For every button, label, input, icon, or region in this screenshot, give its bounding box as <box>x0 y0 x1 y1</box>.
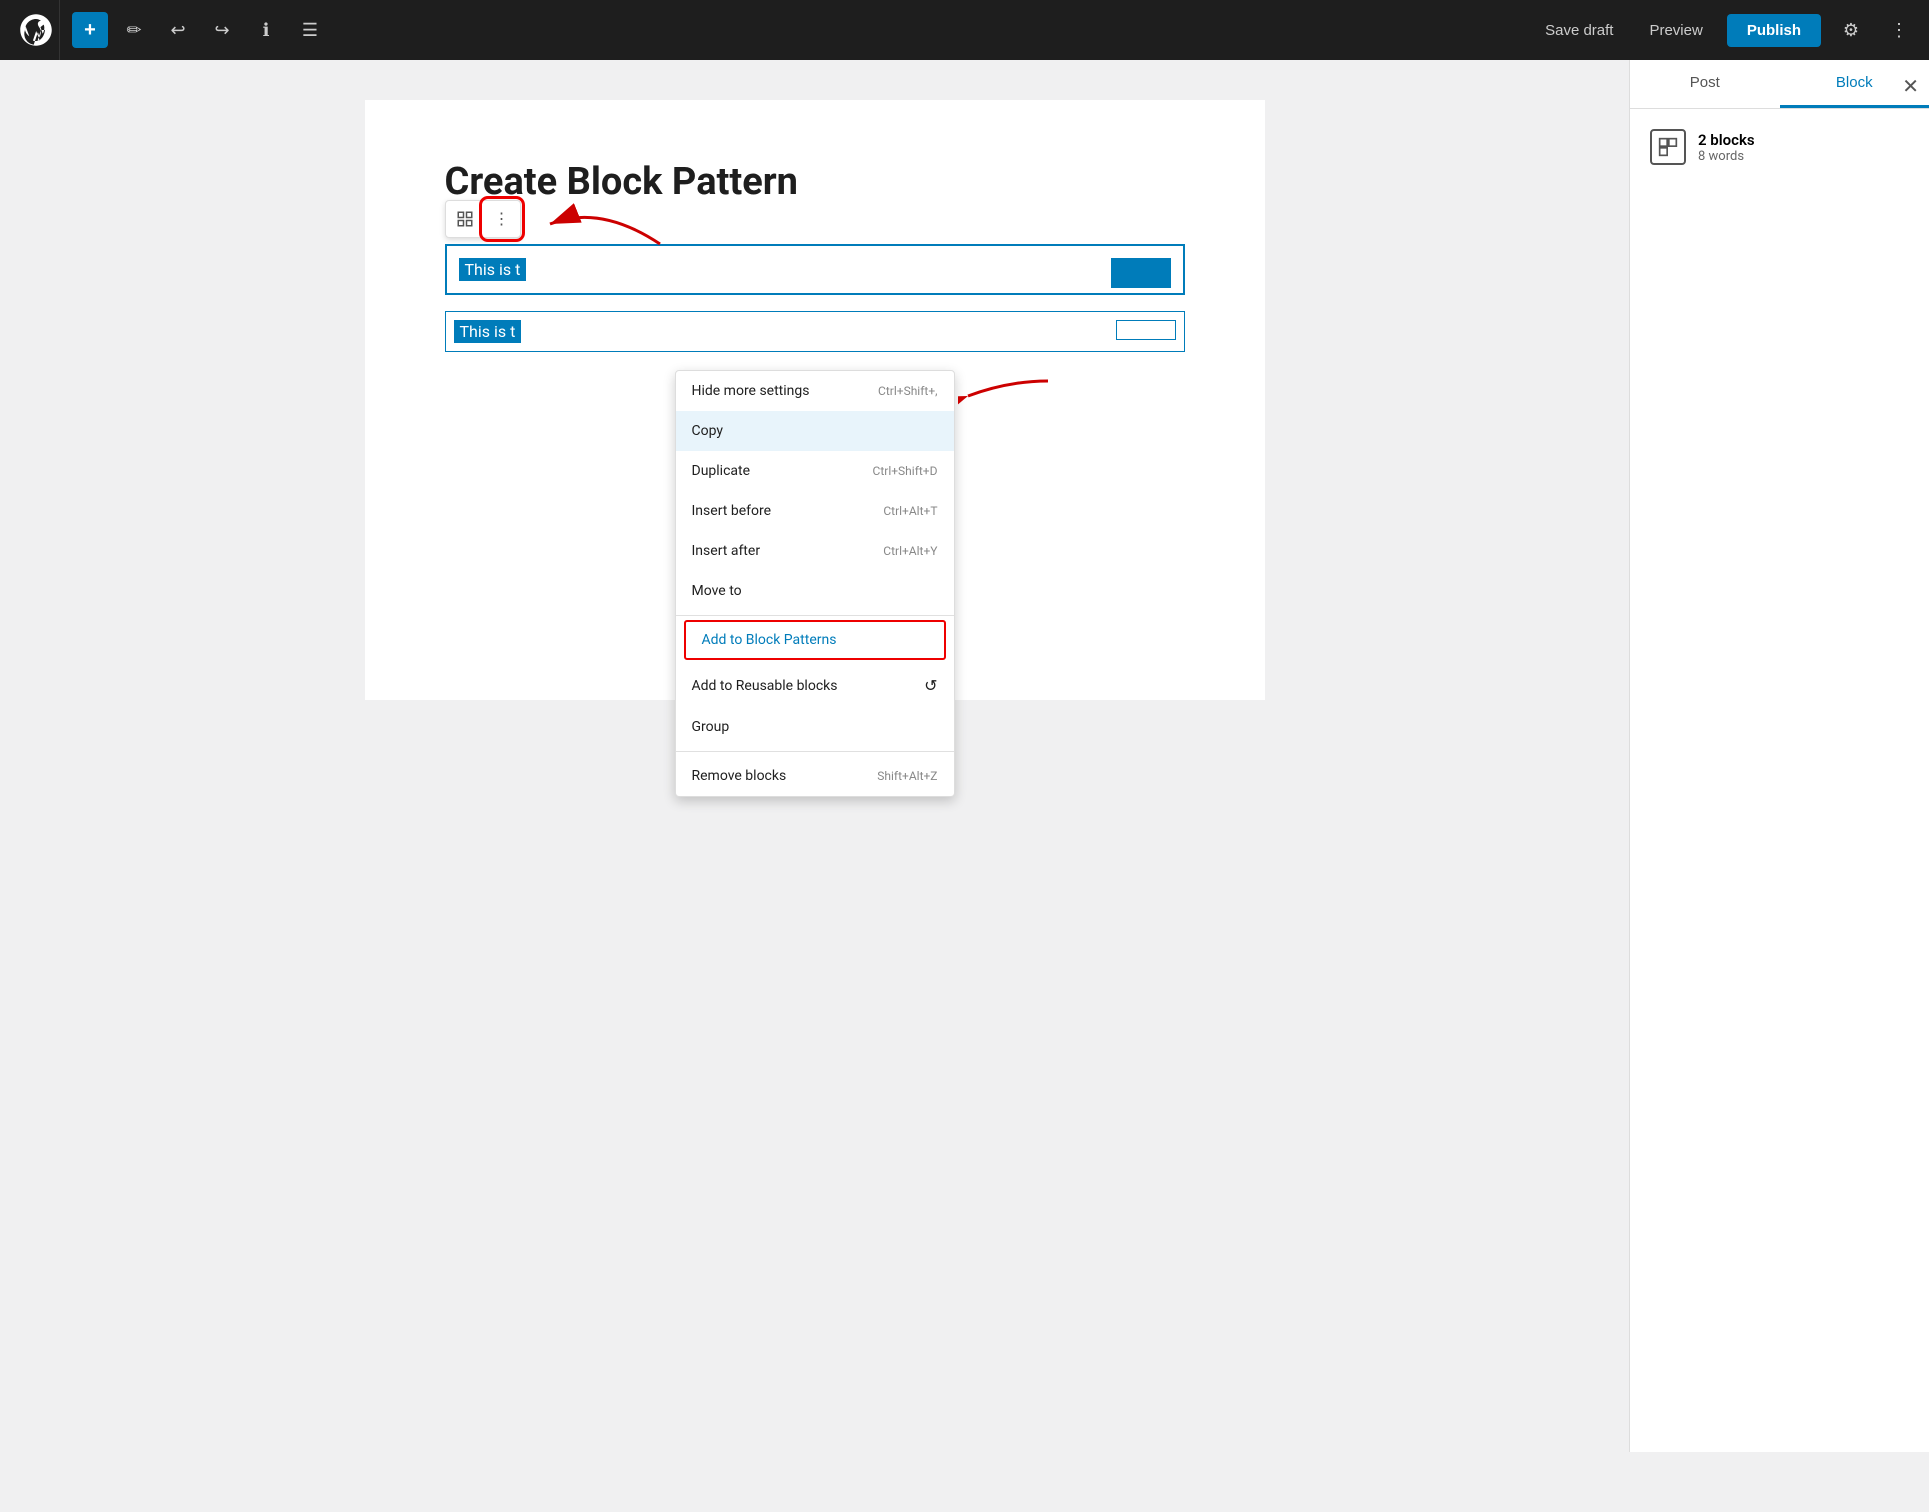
menu-hide-settings[interactable]: Hide more settings Ctrl+Shift+, <box>676 371 954 411</box>
menu-add-to-block-patterns[interactable]: Add to Block Patterns <box>684 620 946 660</box>
more-options-block-button[interactable]: ⋮ <box>484 201 520 237</box>
menu-add-reusable[interactable]: Add to Reusable blocks ↺ <box>676 664 954 707</box>
tab-post[interactable]: Post <box>1630 60 1780 108</box>
menu-duplicate[interactable]: Duplicate Ctrl+Shift+D <box>676 451 954 491</box>
blocks-count: 2 blocks <box>1698 131 1755 149</box>
block-1-text: This is t <box>459 258 527 281</box>
block-toolbar: ⋮ <box>445 200 521 238</box>
editor-canvas: Create Block Pattern ⋮ <box>365 100 1265 700</box>
toolbar: + ✏ ↩ ↪ ℹ ☰ Save draft Preview Publish ⚙… <box>0 0 1929 60</box>
add-block-button[interactable]: + <box>72 12 108 48</box>
block-1[interactable]: This is t <box>445 244 1185 295</box>
block-2[interactable]: This is t <box>445 311 1185 352</box>
blocks-text: 2 blocks 8 words <box>1698 131 1755 164</box>
info-button[interactable]: ℹ <box>248 12 284 48</box>
blocks-icon <box>1650 129 1686 165</box>
right-panel: Post Block ✕ 2 blocks 8 words <box>1629 60 1929 1452</box>
tools-button[interactable]: ✏ <box>116 12 152 48</box>
menu-insert-before[interactable]: Insert before Ctrl+Alt+T <box>676 491 954 531</box>
menu-copy[interactable]: Copy <box>676 411 954 451</box>
menu-group[interactable]: Group <box>676 707 954 747</box>
panel-tabs: Post Block ✕ <box>1630 60 1929 109</box>
list-view-button[interactable]: ☰ <box>292 12 328 48</box>
wp-logo <box>12 0 60 60</box>
blocks-info: 2 blocks 8 words <box>1650 129 1909 165</box>
undo-button[interactable]: ↩ <box>160 12 196 48</box>
menu-move-to[interactable]: Move to <box>676 571 954 611</box>
main-layout: Create Block Pattern ⋮ <box>0 60 1929 1452</box>
settings-button[interactable]: ⚙ <box>1833 12 1869 48</box>
post-title[interactable]: Create Block Pattern <box>445 160 1185 204</box>
menu-remove-blocks[interactable]: Remove blocks Shift+Alt+Z <box>676 756 954 796</box>
block-2-text: This is t <box>454 320 522 343</box>
save-draft-button[interactable]: Save draft <box>1533 16 1625 45</box>
publish-button[interactable]: Publish <box>1727 14 1821 47</box>
preview-button[interactable]: Preview <box>1637 16 1714 45</box>
block-type-button[interactable] <box>446 202 484 236</box>
context-menu: Hide more settings Ctrl+Shift+, Copy Dup… <box>675 370 955 797</box>
reusable-icon: ↺ <box>924 676 937 695</box>
more-options-button[interactable]: ⋮ <box>1881 12 1917 48</box>
panel-close-button[interactable]: ✕ <box>1892 64 1929 109</box>
editor-area: Create Block Pattern ⋮ <box>0 60 1629 1452</box>
panel-content: 2 blocks 8 words <box>1630 109 1929 185</box>
words-count: 8 words <box>1698 149 1755 164</box>
menu-insert-after[interactable]: Insert after Ctrl+Alt+Y <box>676 531 954 571</box>
redo-button[interactable]: ↪ <box>204 12 240 48</box>
